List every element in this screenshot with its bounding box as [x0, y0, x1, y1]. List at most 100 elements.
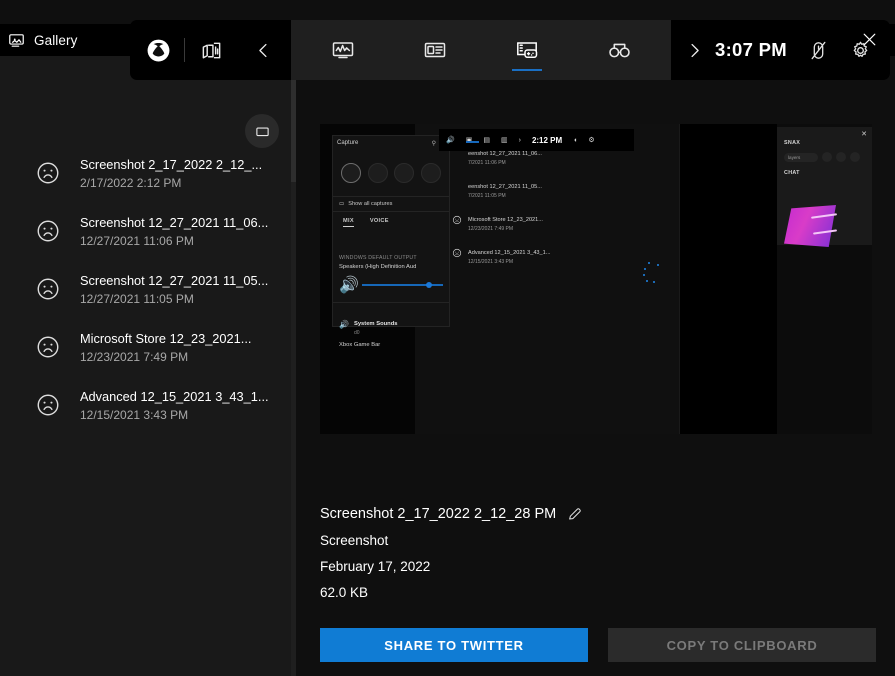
gallery-icon [8, 32, 25, 49]
capture-size: 62.0 KB [320, 585, 369, 600]
speaker-icon: 🔊 [446, 137, 455, 144]
capture-date: February 17, 2022 [320, 559, 431, 574]
action-button-row: SHARE TO TWITTER COPY TO CLIPBOARD [320, 628, 876, 662]
preview-output-label: WINDOWS DEFAULT OUTPUT [339, 255, 417, 261]
capture-details: Screenshot 2_17_2022 2_12_28 PM Screensh… [320, 506, 880, 600]
broken-image-icon [34, 275, 62, 303]
copy-to-clipboard-button[interactable]: COPY TO CLIPBOARD [608, 628, 876, 662]
list-item-title: Screenshot 12_27_2021 11_06... [80, 214, 269, 230]
record-last-icon [367, 163, 388, 183]
broken-image-icon [452, 215, 462, 225]
chevron-right-icon: › [518, 136, 521, 144]
preview-mini-title: eenshot 12_27_2021 11_05... [468, 184, 542, 190]
game-bar-toolbar: 3:07 PM [130, 20, 890, 80]
pencil-icon[interactable] [567, 506, 583, 522]
list-item-title: Screenshot 2_17_2022 2_12_... [80, 156, 263, 172]
list-item-subtitle: 12/27/2021 11:06 PM [80, 233, 194, 248]
preview-social-artwork [784, 205, 836, 247]
mic-icon [836, 152, 846, 162]
gallery-icon: ▭ [339, 201, 345, 207]
speaker-icon: 🔊 [339, 319, 349, 329]
preview-mini-sub: 7/2021 11:05 PM [468, 193, 506, 199]
active-tab-indicator [512, 68, 542, 71]
capture-name: Screenshot 2_17_2022 2_12_28 PM [320, 506, 557, 522]
preview-app-db: d0 [353, 330, 360, 336]
gear-icon: ⚙ [588, 137, 595, 144]
preview-mini-list-item: Advanced 12_15_2021 3_43_1... 12/15/2021… [452, 241, 562, 265]
xbox-logo-icon[interactable] [132, 38, 184, 63]
close-window-button[interactable] [847, 22, 891, 56]
preview-social-pill: layers [784, 152, 818, 162]
record-icon [394, 163, 415, 183]
preview-mini-sub: 7/2021 11:06 PM [468, 160, 506, 166]
preview-footer: Xbox Game Bar [339, 342, 381, 348]
preview-app-volume-row: 🔊 System Sounds d0 [333, 302, 449, 336]
page-title: Gallery [34, 32, 78, 48]
mic-icon [420, 163, 441, 183]
mouse-disabled-icon: ◖ [573, 136, 578, 144]
list-item-title: Advanced 12_15_2021 3_43_1... [80, 388, 269, 404]
capture-icon: ▣ [465, 136, 479, 144]
list-item-title: Microsoft Store 12_23_2021... [80, 330, 252, 346]
list-item[interactable]: Microsoft Store 12_23_2021... 12/23/2021… [0, 318, 296, 376]
add-friend-icon [822, 152, 832, 162]
preview-social-panel: ✕ SNAX layers CHAT [777, 127, 872, 247]
list-item[interactable]: Advanced 12_15_2021 3_43_1... 12/15/2021… [0, 376, 296, 434]
xbox-game-bar-gallery-screen: Gallery Screenshot 2_17_2022 2_12_... 2/… [0, 0, 895, 676]
speaker-icon: 🔊 [339, 277, 359, 294]
capture-list-sidebar: Screenshot 2_17_2022 2_12_... 2/17/2022 … [0, 56, 296, 676]
share-to-twitter-button[interactable]: SHARE TO TWITTER [320, 628, 588, 662]
preview-capture-title: Capture [337, 140, 359, 146]
chevron-right-icon[interactable] [677, 41, 711, 60]
close-icon: ✕ [861, 131, 867, 138]
mouse-disabled-icon[interactable] [797, 20, 839, 80]
preview-audio-tab-voice: VOICE [369, 218, 389, 224]
looking-for-group-icon[interactable] [587, 20, 651, 80]
preview-mini-list-item: Microsoft Store 12_23_2021... 12/23/2021… [452, 208, 562, 232]
preview-volume-slider: 🔊 [333, 270, 449, 295]
preview-mini-clock: 2:12 PM [531, 135, 563, 145]
gallery-body: Screenshot 2_17_2022 2_12_... 2/17/2022 … [0, 56, 895, 676]
preview-mini-list-item: eenshot 12_27_2021 11_05... 7/2021 11:05… [452, 175, 562, 199]
broken-image-icon [34, 391, 62, 419]
broken-image-icon [34, 333, 62, 361]
capture-type: Screenshot [320, 533, 389, 548]
preview-device-name: Speakers (High Definition Aud [339, 264, 417, 270]
broken-image-icon [34, 217, 62, 245]
capture-list: Screenshot 2_17_2022 2_12_... 2/17/2022 … [0, 144, 296, 434]
preview-app-name: System Sounds [353, 321, 398, 327]
preview-mini-title: eenshot 12_27_2021 11_06... [468, 151, 542, 157]
resources-panel-icon[interactable] [403, 20, 467, 80]
chevron-left-icon[interactable] [237, 41, 289, 60]
gallery-icon: ▤ [483, 137, 490, 144]
list-item[interactable]: Screenshot 2_17_2022 2_12_... 2/17/2022 … [0, 144, 296, 202]
widget-menu-icon[interactable] [185, 39, 237, 62]
loading-spinner [642, 262, 662, 284]
list-item-subtitle: 12/23/2021 7:49 PM [80, 349, 189, 364]
preview-mini-sub: 12/15/2021 3:43 PM [468, 259, 514, 265]
preview-mini-title: Microsoft Store 12_23_2021... [468, 217, 543, 223]
preview-image[interactable]: Capture ⚲ ✕ ▭ Show all captures [320, 124, 872, 434]
preview-right-region: ✕ SNAX layers CHAT [777, 124, 872, 434]
preview-social-heading: SNAX [784, 140, 801, 146]
preview-capture-widget: Capture ⚲ ✕ ▭ Show all captures [332, 135, 450, 348]
preview-mini-gamebar: 🔊 ▣ ▤ ▥ › 2:12 PM ◖ ⚙ [439, 129, 634, 151]
list-item-subtitle: 2/17/2022 2:12 PM [80, 175, 182, 190]
preview-mini-sub: 12/23/2021 7:49 PM [468, 226, 514, 232]
list-item-title: Screenshot 12_27_2021 11_05... [80, 272, 269, 288]
game-bar-left-section [130, 20, 291, 80]
more-icon [850, 152, 860, 162]
preview-show-all-captures: Show all captures [348, 201, 393, 207]
pin-icon: ⚲ [431, 140, 436, 147]
preview-chat-label: CHAT [784, 170, 800, 176]
list-item[interactable]: Screenshot 12_27_2021 11_05... 12/27/202… [0, 260, 296, 318]
game-bar-clock: 3:07 PM [715, 39, 788, 60]
capture-gallery-icon[interactable] [495, 20, 559, 80]
list-item[interactable]: Screenshot 12_27_2021 11_06... 12/27/202… [0, 202, 296, 260]
performance-monitor-icon[interactable] [311, 20, 375, 80]
screenshot-icon [341, 163, 362, 183]
preview-mini-title: Advanced 12_15_2021 3_43_1... [468, 250, 551, 256]
performance-monitor-icon: ▥ [500, 137, 508, 144]
capture-round-button[interactable] [245, 114, 279, 148]
preview-mini-list: eenshot 12_27_2021 11_06... 7/2021 11:06… [452, 142, 562, 274]
